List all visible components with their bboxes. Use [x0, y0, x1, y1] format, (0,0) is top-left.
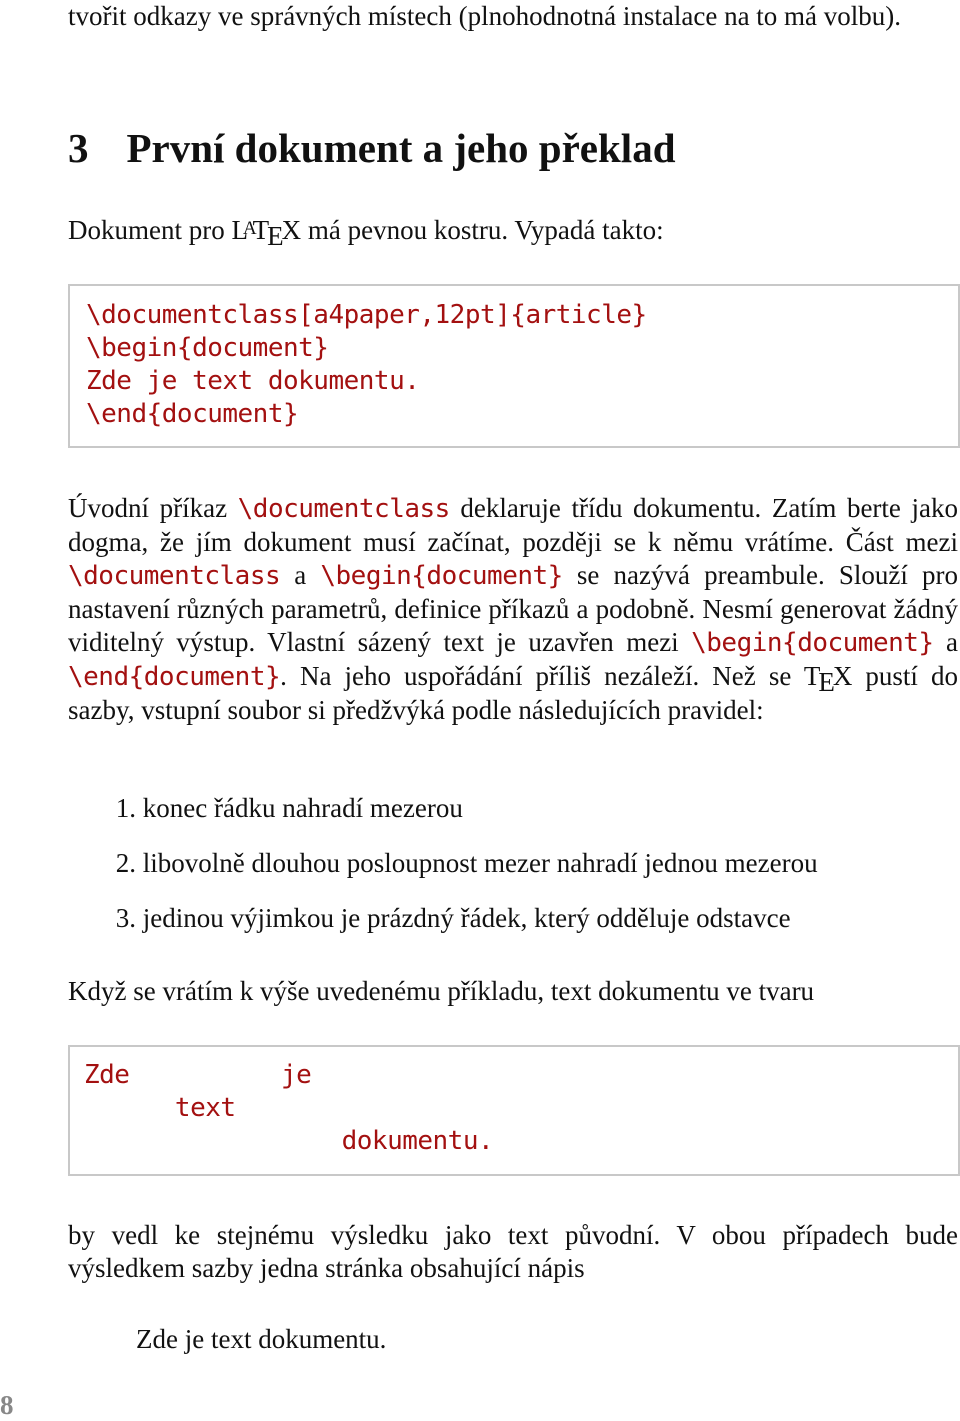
paragraph-preamble: Úvodní příkaz \documentclass deklaruje t… — [68, 492, 958, 727]
paragraph-result: by vedl ke stejnému výsledku jako text p… — [68, 1220, 958, 1283]
code-listing: \documentclass[a4paper,12pt]{article} \b… — [86, 300, 647, 429]
list-item: 3. jedinou výjimkou je prázdný řádek, kt… — [68, 902, 818, 957]
list-number: 2. — [115, 848, 136, 878]
section-number: 3 — [68, 125, 89, 171]
page-number: 8 — [0, 1390, 14, 1420]
code-listing: Zde je text dokumentu. — [84, 1060, 494, 1156]
list-number: 1. — [115, 793, 136, 823]
inline-code: \documentclass — [68, 561, 281, 591]
inline-code: \end{document} — [68, 662, 281, 692]
code-block-skeleton: \documentclass[a4paper,12pt]{article} \b… — [68, 284, 960, 448]
inline-code: \documentclass — [237, 494, 451, 524]
text: a — [933, 627, 959, 657]
text: Dokument pro — [68, 215, 232, 245]
intro-paragraph-tail: tvořit odkazy ve správných místech (plno… — [68, 1, 902, 31]
list-text: jedinou výjimkou je prázdný řádek, který… — [142, 903, 791, 933]
inline-code: \begin{document} — [320, 561, 563, 591]
list-item: 1. konec řádku nahradí mezerou — [68, 792, 818, 847]
paragraph-example: Když se vrátím k výše uvedenému příkladu… — [68, 976, 815, 1006]
text: a — [280, 560, 321, 590]
list-text: konec řádku nahradí mezerou — [142, 793, 463, 823]
tex-logo: TEX — [803, 661, 853, 697]
text: . Na jeho uspořádání příliš nezáleží. Ne… — [280, 661, 804, 691]
section-title: První dokument a jeho překlad — [126, 125, 676, 171]
text: Úvodní příkaz — [68, 493, 238, 523]
list-number: 3. — [115, 903, 136, 933]
paragraph-intro: Dokument pro LATEX má pevnou kostru. Vyp… — [68, 214, 958, 251]
list-item: 2. libovolně dlouhou posloupnost mezer n… — [68, 847, 818, 902]
section-heading: 3 První dokument a jeho překlad — [68, 124, 676, 172]
inline-code: \begin{document} — [691, 628, 934, 658]
result-output: Zde je text dokumentu. — [136, 1324, 387, 1354]
list-text: libovolně dlouhou posloupnost mezer nahr… — [142, 848, 818, 878]
latex-logo: LATEX — [231, 215, 302, 251]
code-block-spacing: Zde je text dokumentu. — [68, 1045, 960, 1176]
rules-list: 1. konec řádku nahradí mezerou 2. libovo… — [68, 792, 818, 957]
text: má pevnou kostru. Vypadá takto: — [301, 215, 664, 245]
